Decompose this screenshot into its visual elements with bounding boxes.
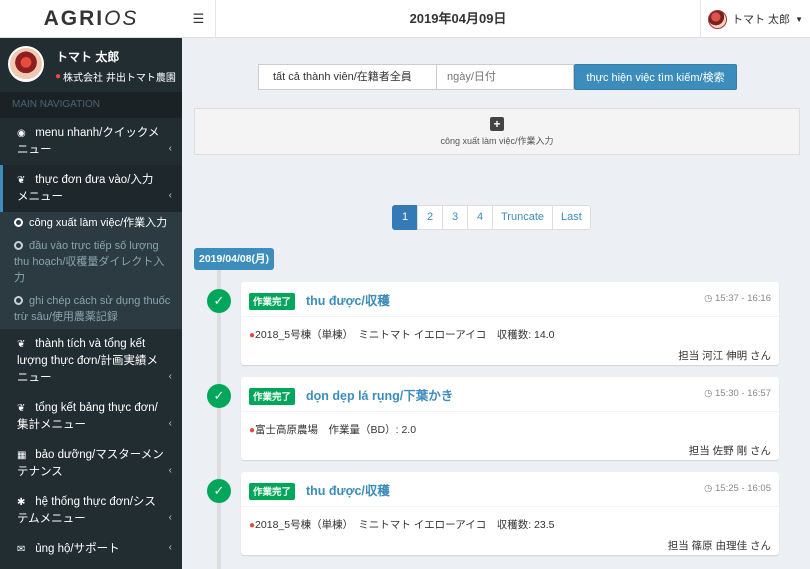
user-avatar — [8, 46, 44, 82]
work-time: ◷ 15:25 - 16:05 — [704, 483, 771, 494]
work-title-link[interactable]: thu được/収穫 — [306, 480, 390, 499]
sidebar-item-summary-menu[interactable]: ❦ tổng kết bảng thực đơn/集計メニュー ‹ — [0, 393, 182, 440]
pagination: 1 2 3 4 Truncate Last — [392, 205, 591, 230]
submenu-item-harvest-direct-input[interactable]: đầu vào trực tiếp số lượng thu hoạch/収穫量… — [0, 235, 182, 290]
work-time: ◷ 15:30 - 16:57 — [704, 388, 771, 399]
circle-icon — [14, 241, 23, 250]
user-company: ● 株式会社 井出トマト農園 — [55, 71, 176, 84]
work-time: ◷ 15:37 - 16:16 — [704, 293, 771, 304]
check-circle-icon: ✓ — [207, 289, 231, 313]
page-truncate[interactable]: Truncate — [492, 205, 554, 230]
main-content: tất cả thành viên/在籍者全員 thực hiện việc t… — [182, 38, 810, 569]
sidebar-item-input-menu[interactable]: ❦ thực đơn đưa vào/入力メニュー ‹ — [0, 165, 182, 212]
search-form: tất cả thành viên/在籍者全員 thực hiện việc t… — [258, 64, 737, 90]
work-location: ●2018_5号棟（単棟） ミニトマト イエローアイコ 収穫数: 23.5 — [249, 519, 555, 531]
timeline-line — [217, 270, 221, 569]
circle-icon — [14, 218, 23, 227]
dashboard-icon: ◉ — [17, 128, 26, 139]
page-4[interactable]: 4 — [467, 205, 493, 230]
chevron-left-icon: ‹ — [168, 512, 172, 523]
member-select[interactable]: tất cả thành viên/在籍者全員 — [258, 64, 437, 90]
leaf-icon: ❦ — [17, 175, 26, 186]
header-user-name: トマト 太郎 — [732, 14, 791, 26]
leaf-icon: ❦ — [17, 403, 26, 414]
sidebar: トマト 太郎 ● 株式会社 井出トマト農園 MAIN NAVIGATION ◉ … — [0, 38, 182, 569]
page-2[interactable]: 2 — [417, 205, 443, 230]
page-last[interactable]: Last — [552, 205, 591, 230]
chevron-left-icon: ‹ — [168, 418, 172, 429]
work-title-link[interactable]: thu được/収穫 — [306, 290, 390, 309]
status-badge: 作業完了 — [249, 483, 296, 500]
work-assignee: 担当 佐野 剛 さん — [688, 445, 771, 457]
add-work-input-button[interactable]: + công xuất làm việc/作業入力 — [194, 108, 800, 155]
plus-square-icon: + — [490, 116, 504, 131]
clock-icon: ◷ — [704, 483, 713, 494]
submenu-item-work-input[interactable]: công xuất làm việc/作業入力 — [0, 212, 182, 235]
sidebar-item-system-menu[interactable]: ✱ hệ thống thực đơn/システムメニュー ‹ — [0, 487, 182, 534]
work-title-link[interactable]: dọn dẹp lá rụng/下葉かき — [306, 385, 453, 404]
user-panel: トマト 太郎 ● 株式会社 井出トマト農園 — [0, 38, 182, 92]
input-submenu: công xuất làm việc/作業入力 đầu vào trực tiế… — [0, 212, 182, 329]
status-badge: 作業完了 — [249, 388, 296, 405]
sidebar-toggle-button[interactable]: ☰ — [182, 0, 216, 38]
current-date: 2019年04月09日 — [409, 11, 507, 26]
circle-icon — [14, 296, 23, 305]
sidebar-item-plan-results-menu[interactable]: ❦ thành tích và tổng kết lượng thực đơn/… — [0, 329, 182, 393]
hamburger-icon: ☰ — [192, 11, 205, 26]
sidebar-item-quick-menu[interactable]: ◉ menu nhanh/クイックメニュー ‹ — [0, 118, 182, 165]
check-circle-icon: ✓ — [207, 384, 231, 408]
work-card: 作業完了 dọn dẹp lá rụng/下葉かき ◷ 15:30 - 16:5… — [241, 377, 779, 460]
submenu-item-pesticide-record[interactable]: ghi chép cách sử dụng thuốc trừ sâu/使用農薬… — [0, 290, 182, 329]
timeline-date-label: 2019/04/08(月) — [194, 248, 275, 270]
user-menu-dropdown[interactable]: トマト 太郎 ▼ — [700, 0, 810, 38]
nav-header: MAIN NAVIGATION — [0, 92, 182, 118]
chevron-left-icon: ‹ — [168, 143, 172, 154]
chevron-left-icon: ‹ — [168, 542, 172, 553]
logo-bar: AGRIOS — [0, 0, 182, 38]
page-3[interactable]: 3 — [442, 205, 468, 230]
map-marker-icon: ● — [55, 71, 62, 82]
add-work-label: công xuất làm việc/作業入力 — [440, 135, 554, 146]
clock-icon: ◷ — [704, 293, 713, 304]
status-badge: 作業完了 — [249, 293, 296, 310]
sidebar-user-name: トマト 太郎 — [56, 50, 120, 64]
chevron-left-icon: ‹ — [168, 465, 172, 476]
chevron-left-icon: ‹ — [168, 190, 172, 201]
work-location: ●富士高原農場 作業量（BD）: 2.0 — [249, 424, 417, 436]
sidebar-item-support[interactable]: ✉ ủng hộ/サポート ‹ — [0, 534, 182, 564]
table-icon: ▦ — [17, 450, 27, 461]
check-circle-icon: ✓ — [207, 479, 231, 503]
sidebar-item-master-maintenance[interactable]: ▦ bảo dưỡng/マスターメンテナンス ‹ — [0, 440, 182, 487]
avatar — [708, 9, 727, 29]
leaf-icon: ❦ — [17, 339, 26, 350]
envelope-icon: ✉ — [17, 544, 26, 555]
clock-icon: ◷ — [704, 388, 713, 399]
gear-icon: ✱ — [17, 497, 26, 508]
caret-down-icon: ▼ — [795, 14, 803, 24]
work-assignee: 担当 篠原 由理佳 さん — [667, 540, 771, 552]
work-location: ●2018_5号棟（単棟） ミニトマト イエローアイコ 収穫数: 14.0 — [249, 329, 555, 341]
app-logo[interactable]: AGRIOS — [44, 7, 139, 31]
date-input[interactable] — [437, 64, 574, 90]
chevron-left-icon: ‹ — [168, 371, 172, 382]
work-card: 作業完了 thu được/収穫 ◷ 15:25 - 16:05 ●2018_5… — [241, 472, 779, 555]
work-card: 作業完了 thu được/収穫 ◷ 15:37 - 16:16 ●2018_5… — [241, 282, 779, 365]
page-1[interactable]: 1 — [392, 205, 418, 230]
top-navbar: ☰ 2019年04月09日 トマト 太郎 ▼ — [182, 0, 810, 38]
work-assignee: 担当 河江 伸明 さん — [678, 350, 771, 362]
search-button[interactable]: thực hiện việc tìm kiếm/検索 — [574, 64, 737, 90]
